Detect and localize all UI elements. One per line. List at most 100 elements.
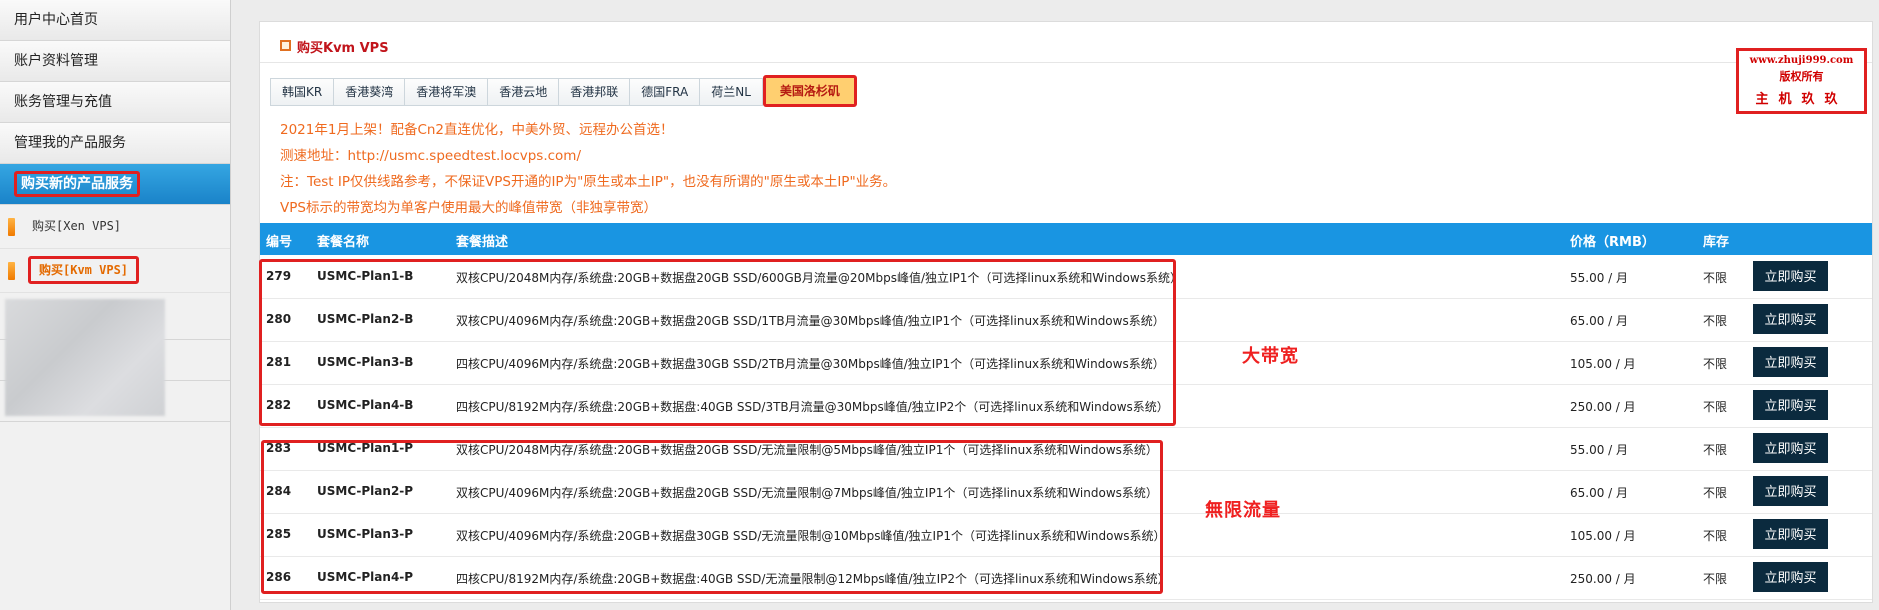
sidebar-sub-label: 购买[Kvm VPS] xyxy=(28,256,140,284)
notice-line: VPS标示的带宽均为单客户使用最大的峰值带宽（非独享带宽） xyxy=(280,200,657,216)
cell-id: 286 xyxy=(266,570,292,584)
cell-name: USMC-Plan4-B xyxy=(317,398,414,412)
cell-id: 282 xyxy=(266,398,292,412)
region-tabs: 韩国KR 香港葵湾 香港将军澳 香港云地 香港邦联 德国FRA 荷兰NL 美国洛… xyxy=(270,75,857,107)
orange-bar-icon xyxy=(8,218,15,236)
cell-id: 283 xyxy=(266,441,292,455)
cell-name: USMC-Plan2-B xyxy=(317,312,414,326)
sidebar-item-label: 管理我的产品服务 xyxy=(14,135,126,151)
sidebar-item-label: 账务管理与充值 xyxy=(14,94,112,110)
cell-desc: 双核CPU/4096M内存/系统盘:20GB+数据盘30GB SSD/无流量限制… xyxy=(456,529,1166,543)
cell-price: 65.00 / 月 xyxy=(1570,314,1629,328)
orange-bar-icon xyxy=(8,262,15,280)
tab-de-fra[interactable]: 德国FRA xyxy=(629,78,700,106)
table-row: 283 USMC-Plan1-P 双核CPU/2048M内存/系统盘:20GB+… xyxy=(260,427,1872,471)
cell-desc: 双核CPU/4096M内存/系统盘:20GB+数据盘20GB SSD/1TB月流… xyxy=(456,314,1165,328)
cell-stock: 不限 xyxy=(1703,443,1728,457)
table-row: 280 USMC-Plan2-B 双核CPU/4096M内存/系统盘:20GB+… xyxy=(260,298,1872,342)
cell-desc: 双核CPU/2048M内存/系统盘:20GB+数据盘20GB SSD/无流量限制… xyxy=(456,443,1158,457)
tab-hk-cloud[interactable]: 香港云地 xyxy=(487,78,559,106)
cell-stock: 不限 xyxy=(1703,529,1728,543)
sidebar-sub-buy-kvm-vps[interactable]: 购买[Kvm VPS] xyxy=(0,249,230,293)
cell-id: 280 xyxy=(266,312,292,326)
col-stock-header: 库存 xyxy=(1703,235,1730,250)
cell-name: USMC-Plan3-P xyxy=(317,527,414,541)
sidebar-sub-buy-xen-vps[interactable]: 购买[Xen VPS] xyxy=(0,205,230,249)
watermark-url: www.zhuji999.com xyxy=(1749,55,1854,66)
buy-now-button[interactable]: 立即购买 xyxy=(1753,476,1828,506)
box-icon xyxy=(280,40,291,51)
annotation-unlimited-traffic: 無限流量 xyxy=(1205,500,1281,521)
notice-line: 注：Test IP仅供线路参考，不保证VPS开通的IP为"原生或本土IP"，也没… xyxy=(280,174,897,190)
col-id-header: 编号 xyxy=(266,235,293,250)
watermark-copyright: 版权所有 xyxy=(1779,70,1824,83)
cell-stock: 不限 xyxy=(1703,400,1728,414)
table-row: 285 USMC-Plan3-P 双核CPU/4096M内存/系统盘:20GB+… xyxy=(260,513,1872,557)
tab-kr[interactable]: 韩国KR xyxy=(270,78,334,106)
cell-desc: 双核CPU/2048M内存/系统盘:20GB+数据盘20GB SSD/600GB… xyxy=(456,271,1182,285)
cell-id: 279 xyxy=(266,269,292,283)
cell-desc: 四核CPU/4096M内存/系统盘:20GB+数据盘30GB SSD/2TB月流… xyxy=(456,357,1165,371)
cell-desc: 双核CPU/4096M内存/系统盘:20GB+数据盘20GB SSD/无流量限制… xyxy=(456,486,1158,500)
sidebar-sub-label: 购买[Xen VPS] xyxy=(32,219,122,233)
cell-price: 55.00 / 月 xyxy=(1570,443,1629,457)
cell-stock: 不限 xyxy=(1703,572,1728,586)
buy-now-button[interactable]: 立即购买 xyxy=(1753,433,1828,463)
buy-now-button[interactable]: 立即购买 xyxy=(1753,519,1828,549)
buy-now-button[interactable]: 立即购买 xyxy=(1753,390,1828,420)
cell-price: 105.00 / 月 xyxy=(1570,357,1636,371)
cell-price: 250.00 / 月 xyxy=(1570,400,1636,414)
watermark-stamp: www.zhuji999.com 版权所有 主机玖玖 xyxy=(1736,48,1867,114)
cell-name: USMC-Plan1-P xyxy=(317,441,414,455)
panel-title: 购买Kvm VPS xyxy=(280,37,389,56)
table-header: 编号 套餐名称 套餐描述 价格（RMB） 库存 xyxy=(260,223,1872,255)
tab-hk-banglian[interactable]: 香港邦联 xyxy=(558,78,630,106)
sidebar-item-label: 账户资料管理 xyxy=(14,53,98,69)
cell-id: 281 xyxy=(266,355,292,369)
table-row: 286 USMC-Plan4-P 四核CPU/8192M内存/系统盘:20GB+… xyxy=(260,556,1872,600)
sidebar-item-label: 购买新的产品服务 xyxy=(14,171,140,197)
table-row: 279 USMC-Plan1-B 双核CPU/2048M内存/系统盘:20GB+… xyxy=(260,255,1872,299)
notice-block: 2021年1月上架！配备Cn2直连优化，中美外贸、远程办公首选！ 测速地址：ht… xyxy=(280,117,896,221)
annotation-big-bandwidth: 大带宽 xyxy=(1242,346,1299,367)
cell-desc: 四核CPU/8192M内存/系统盘:20GB+数据盘:40GB SSD/无流量限… xyxy=(456,572,1170,586)
sidebar: 用户中心首页 账户资料管理 账务管理与充值 管理我的产品服务 购买新的产品服务 … xyxy=(0,0,231,610)
cell-id: 285 xyxy=(266,527,292,541)
sidebar-item-manage-services[interactable]: 管理我的产品服务 xyxy=(0,123,230,164)
divider xyxy=(260,62,1872,63)
cell-price: 250.00 / 月 xyxy=(1570,572,1636,586)
cell-name: USMC-Plan1-B xyxy=(317,269,414,283)
tab-nl[interactable]: 荷兰NL xyxy=(699,78,763,106)
col-name-header: 套餐名称 xyxy=(317,235,370,250)
watermark-brand: 主机玖玖 xyxy=(1755,92,1848,107)
panel-title-text: 购买Kvm VPS xyxy=(297,41,389,56)
main-panel: 购买Kvm VPS 韩国KR 香港葵湾 香港将军澳 香港云地 香港邦联 德国FR… xyxy=(259,21,1873,603)
speedtest-link[interactable]: 测速地址：http://usmc.speedtest.locvps.com/ xyxy=(280,143,896,169)
col-price-header: 价格（RMB） xyxy=(1570,235,1655,250)
sidebar-item-label: 用户中心首页 xyxy=(14,12,98,28)
blurred-region xyxy=(5,299,165,416)
buy-now-button[interactable]: 立即购买 xyxy=(1753,347,1828,377)
cell-price: 105.00 / 月 xyxy=(1570,529,1636,543)
sidebar-item-buy-new-service[interactable]: 购买新的产品服务 xyxy=(0,164,230,205)
table-row: 284 USMC-Plan2-P 双核CPU/4096M内存/系统盘:20GB+… xyxy=(260,470,1872,514)
tab-hk-tseung-kwan-o[interactable]: 香港将军澳 xyxy=(404,78,488,106)
sidebar-item-account-profile[interactable]: 账户资料管理 xyxy=(0,41,230,82)
col-desc-header: 套餐描述 xyxy=(456,235,509,250)
cell-name: USMC-Plan4-P xyxy=(317,570,414,584)
buy-now-button[interactable]: 立即购买 xyxy=(1753,562,1828,592)
tab-us-la[interactable]: 美国洛杉矶 xyxy=(762,75,857,107)
cell-stock: 不限 xyxy=(1703,271,1728,285)
sidebar-item-billing[interactable]: 账务管理与充值 xyxy=(0,82,230,123)
cell-name: USMC-Plan2-P xyxy=(317,484,414,498)
buy-now-button[interactable]: 立即购买 xyxy=(1753,304,1828,334)
buy-now-button[interactable]: 立即购买 xyxy=(1753,261,1828,291)
sidebar-item-user-home[interactable]: 用户中心首页 xyxy=(0,0,230,41)
cell-desc: 四核CPU/8192M内存/系统盘:20GB+数据盘:40GB SSD/3TB月… xyxy=(456,400,1169,414)
cell-stock: 不限 xyxy=(1703,357,1728,371)
cell-name: USMC-Plan3-B xyxy=(317,355,414,369)
cell-id: 284 xyxy=(266,484,292,498)
tab-hk-kwai-chung[interactable]: 香港葵湾 xyxy=(333,78,405,106)
notice-line: 2021年1月上架！配备Cn2直连优化，中美外贸、远程办公首选！ xyxy=(280,122,674,138)
table-row: 281 USMC-Plan3-B 四核CPU/4096M内存/系统盘:20GB+… xyxy=(260,341,1872,385)
